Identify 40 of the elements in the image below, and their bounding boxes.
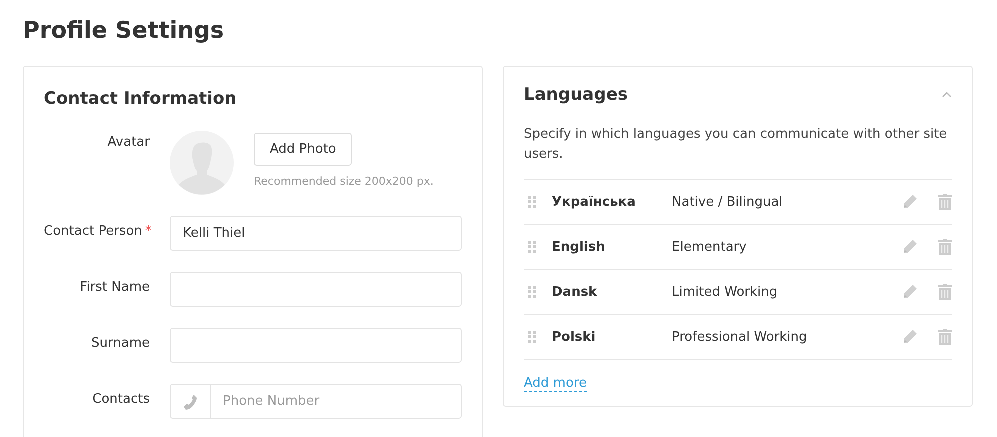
- delete-trash-icon[interactable]: [938, 194, 952, 210]
- drag-handle-icon[interactable]: [528, 241, 536, 253]
- language-name: English: [552, 240, 606, 254]
- required-mark: *: [145, 224, 152, 239]
- text-field[interactable]: [170, 328, 462, 363]
- field-label: Surname: [92, 336, 150, 351]
- text-field[interactable]: [170, 272, 462, 307]
- delete-trash-icon[interactable]: [938, 284, 952, 300]
- field-label: Avatar: [106, 134, 151, 152]
- language-name: Dansk: [552, 284, 598, 300]
- languages-description: Specify in which languages you can communicate with other site users.: [524, 126, 948, 164]
- field-label: First Name: [80, 280, 150, 295]
- language-level: Elementary: [672, 240, 748, 254]
- card-title: Contact Information: [44, 89, 238, 109]
- edit-pencil-icon[interactable]: [902, 329, 918, 345]
- language-name: Українська: [552, 194, 637, 210]
- language-level: Professional Working: [672, 330, 808, 344]
- phone-number-field[interactable]: Phone Number: [211, 385, 461, 418]
- language-level: Native / Bilingual: [672, 194, 784, 210]
- delete-trash-icon[interactable]: [938, 239, 952, 255]
- drag-handle-icon[interactable]: [528, 286, 536, 298]
- add-photo-button[interactable]: Add Photo: [254, 133, 352, 166]
- drag-handle-icon[interactable]: [528, 331, 536, 343]
- avatar-silhouette-icon: [170, 131, 234, 195]
- drag-handle-icon[interactable]: [528, 196, 536, 208]
- phone-icon: [184, 394, 198, 410]
- page-title: Profile Settings: [23, 18, 226, 44]
- text-field[interactable]: Kelli Thiel: [170, 216, 462, 251]
- language-level: Limited Working: [672, 284, 779, 300]
- field-label: Contact Person: [44, 224, 142, 239]
- phone-field[interactable]: Phone Number: [170, 384, 462, 419]
- edit-pencil-icon[interactable]: [902, 239, 918, 255]
- edit-pencil-icon[interactable]: [902, 194, 918, 210]
- card-title: Languages: [524, 85, 628, 105]
- edit-pencil-icon[interactable]: [902, 284, 918, 300]
- delete-trash-icon[interactable]: [938, 329, 952, 345]
- collapse-chevron-icon[interactable]: [942, 92, 952, 98]
- field-label: Contacts: [92, 392, 150, 407]
- avatar-hint: Recommended size 200x200 px.: [254, 175, 434, 188]
- language-name: Polski: [552, 330, 597, 344]
